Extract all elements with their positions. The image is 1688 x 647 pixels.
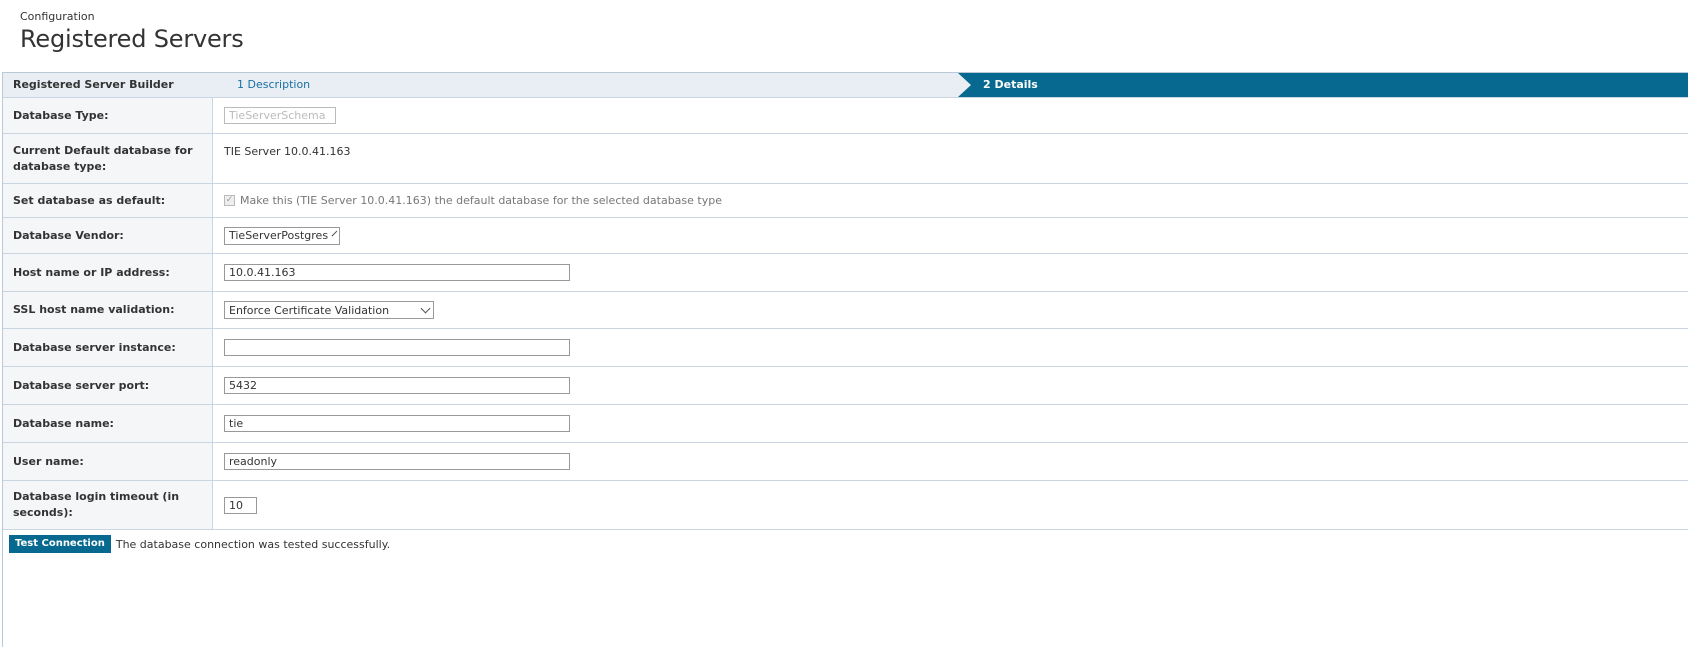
wizard-steps-bar: Registered Server Builder 1 Description … bbox=[3, 73, 1688, 98]
database-type-field bbox=[224, 107, 336, 124]
row-database-type: Database Type: bbox=[3, 98, 1688, 134]
row-ssl: SSL host name validation: Enforce Certif… bbox=[3, 292, 1688, 329]
connection-status-message: The database connection was tested succe… bbox=[115, 537, 391, 551]
current-default-label: Current Default database for database ty… bbox=[3, 134, 213, 183]
chevron-down-icon bbox=[420, 303, 431, 313]
step-description-link[interactable]: 1 Description bbox=[237, 73, 310, 97]
instance-input[interactable] bbox=[224, 339, 570, 356]
row-user: User name: bbox=[3, 443, 1688, 481]
db-name-label: Database name: bbox=[3, 405, 213, 442]
test-connection-button[interactable]: Test Connection bbox=[9, 535, 111, 553]
host-label: Host name or IP address: bbox=[3, 254, 213, 291]
row-instance: Database server instance: bbox=[3, 329, 1688, 367]
set-default-label: Set database as default: bbox=[3, 184, 213, 217]
timeout-input[interactable] bbox=[224, 496, 257, 514]
page-title: Registered Servers bbox=[20, 25, 244, 53]
row-host: Host name or IP address: bbox=[3, 254, 1688, 292]
step-details-active: 2 Details bbox=[958, 73, 1688, 97]
chevron-down-icon bbox=[331, 230, 338, 237]
row-current-default: Current Default database for database ty… bbox=[3, 134, 1688, 184]
set-default-checkbox-label: Make this (TIE Server 10.0.41.163) the d… bbox=[240, 194, 722, 207]
user-label: User name: bbox=[3, 443, 213, 480]
server-builder-panel: Registered Server Builder 1 Description … bbox=[2, 72, 1688, 647]
database-type-label: Database Type: bbox=[3, 98, 213, 133]
ssl-label: SSL host name validation: bbox=[3, 292, 213, 328]
current-default-value: TIE Server 10.0.41.163 bbox=[224, 145, 351, 158]
host-input[interactable] bbox=[224, 264, 570, 281]
page-header: Configuration Registered Servers bbox=[20, 10, 244, 53]
timeout-label: Database login timeout (in seconds): bbox=[3, 481, 213, 529]
db-name-input[interactable] bbox=[224, 415, 570, 432]
row-vendor: Database Vendor: TieServerPostgres bbox=[3, 218, 1688, 254]
port-label: Database server port: bbox=[3, 367, 213, 404]
vendor-label: Database Vendor: bbox=[3, 218, 213, 253]
ssl-validation-select[interactable]: Enforce Certificate Validation bbox=[224, 301, 434, 319]
builder-title: Registered Server Builder bbox=[13, 78, 174, 91]
instance-label: Database server instance: bbox=[3, 329, 213, 366]
row-port: Database server port: bbox=[3, 367, 1688, 405]
port-input[interactable] bbox=[224, 377, 570, 394]
action-bar: Test Connection The database connection … bbox=[3, 530, 1688, 553]
ssl-select-value: Enforce Certificate Validation bbox=[229, 303, 390, 317]
row-db-name: Database name: bbox=[3, 405, 1688, 443]
vendor-select-value: TieServerPostgres bbox=[229, 229, 329, 242]
row-set-default: Set database as default: ✓ Make this (TI… bbox=[3, 184, 1688, 218]
vendor-select[interactable]: TieServerPostgres bbox=[224, 226, 340, 245]
row-timeout: Database login timeout (in seconds): bbox=[3, 481, 1688, 530]
set-default-checkbox[interactable]: ✓ bbox=[224, 195, 235, 206]
user-input[interactable] bbox=[224, 453, 570, 470]
breadcrumb: Configuration bbox=[20, 10, 95, 23]
